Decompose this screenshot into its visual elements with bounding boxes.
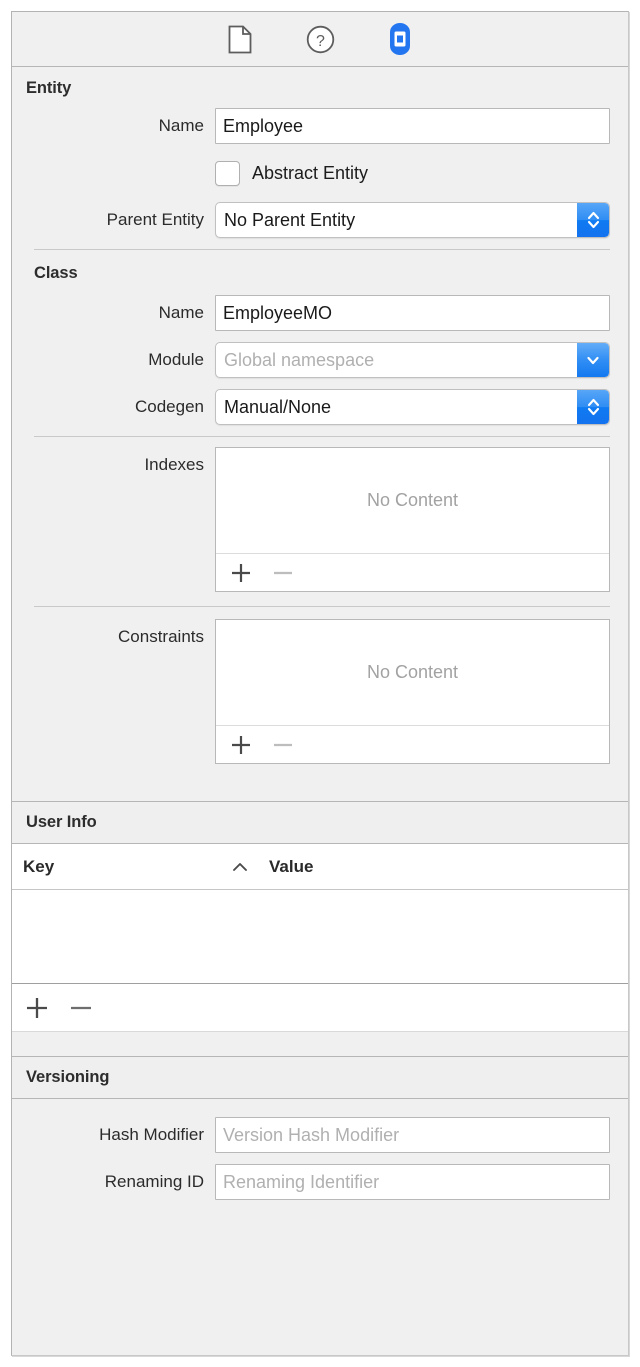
user-info-bottom-gap xyxy=(12,1032,628,1056)
abstract-entity-row: Abstract Entity xyxy=(12,155,628,191)
class-name-input[interactable]: EmployeeMO xyxy=(215,295,610,331)
user-info-column-key[interactable]: Key xyxy=(23,857,231,877)
chevron-up-down-icon xyxy=(577,390,609,424)
versioning-bottom-pad xyxy=(12,1211,628,1253)
constraints-label: Constraints xyxy=(12,619,215,655)
entity-name-label: Name xyxy=(12,108,215,144)
hash-modifier-row: Hash Modifier Version Hash Modifier xyxy=(12,1117,628,1153)
entity-class-separator xyxy=(34,249,610,250)
constraints-row: Constraints No Content xyxy=(12,619,628,764)
user-info-section-title: User Info xyxy=(26,813,97,831)
data-model-entity-icon[interactable] xyxy=(383,22,417,56)
class-name-row: Name EmployeeMO xyxy=(12,295,628,331)
user-info-table-body[interactable] xyxy=(12,890,628,984)
sort-ascending-icon xyxy=(231,861,269,873)
versioning-section-title: Versioning xyxy=(26,1068,109,1086)
class-module-value: Global namespace xyxy=(216,350,374,371)
parent-entity-label: Parent Entity xyxy=(12,202,215,238)
indexes-list-body: No Content xyxy=(216,448,609,553)
indexes-label: Indexes xyxy=(12,447,215,483)
entity-section: Entity Name Employee Abstract Entity Par… xyxy=(12,67,628,801)
abstract-entity-spacer xyxy=(12,155,215,191)
constraints-list-footer xyxy=(216,725,609,763)
renaming-id-label: Renaming ID xyxy=(12,1164,215,1200)
file-icon[interactable] xyxy=(223,22,257,56)
class-codegen-popup[interactable]: Manual/None xyxy=(215,389,610,425)
abstract-entity-label: Abstract Entity xyxy=(252,163,368,184)
entity-name-row: Name Employee xyxy=(12,108,628,144)
user-info-add-button[interactable] xyxy=(24,995,50,1021)
parent-entity-row: Parent Entity No Parent Entity xyxy=(12,202,628,238)
user-info-column-value[interactable]: Value xyxy=(269,857,313,877)
class-module-row: Module Global namespace xyxy=(12,342,628,378)
class-codegen-value: Manual/None xyxy=(216,397,331,418)
user-info-section-header: User Info xyxy=(12,801,628,844)
chevron-up-down-icon xyxy=(577,203,609,237)
indexes-list[interactable]: No Content xyxy=(215,447,610,592)
constraints-add-button[interactable] xyxy=(228,732,254,758)
entity-section-bottom-pad xyxy=(12,775,628,801)
indexes-row: Indexes No Content xyxy=(12,447,628,592)
chevron-down-icon xyxy=(577,343,609,377)
class-module-label: Module xyxy=(12,342,215,378)
class-section-header: Class xyxy=(12,264,628,295)
svg-text:?: ? xyxy=(316,33,325,50)
user-info-remove-button[interactable] xyxy=(68,995,94,1021)
versioning-section-header: Versioning xyxy=(12,1056,628,1099)
inspector-window: ? Entity Name Employee xyxy=(11,11,629,1356)
class-codegen-row: Codegen Manual/None xyxy=(12,389,628,425)
constraints-list-body: No Content xyxy=(216,620,609,725)
constraints-empty-text: No Content xyxy=(367,662,458,683)
indexes-remove-button[interactable] xyxy=(270,560,296,586)
user-info-footer xyxy=(12,984,628,1032)
versioning-section: Hash Modifier Version Hash Modifier Rena… xyxy=(12,1099,628,1253)
indexes-constraints-separator xyxy=(34,606,610,607)
class-module-combobox[interactable]: Global namespace xyxy=(215,342,610,378)
indexes-list-footer xyxy=(216,553,609,591)
parent-entity-value: No Parent Entity xyxy=(216,210,355,231)
entity-section-header: Entity xyxy=(12,67,628,108)
indexes-add-button[interactable] xyxy=(228,560,254,586)
renaming-id-row: Renaming ID Renaming Identifier xyxy=(12,1164,628,1200)
renaming-id-input[interactable]: Renaming Identifier xyxy=(215,1164,610,1200)
abstract-entity-checkbox[interactable] xyxy=(215,161,240,186)
help-icon[interactable]: ? xyxy=(303,22,337,56)
class-section-title: Class xyxy=(34,264,78,282)
hash-modifier-label: Hash Modifier xyxy=(12,1117,215,1153)
user-info-table-header: Key Value xyxy=(12,844,628,890)
abstract-entity-checkbox-row[interactable]: Abstract Entity xyxy=(215,155,610,191)
class-name-label: Name xyxy=(12,295,215,331)
entity-name-input[interactable]: Employee xyxy=(215,108,610,144)
inspector-toolbar: ? xyxy=(12,12,628,67)
constraints-remove-button[interactable] xyxy=(270,732,296,758)
class-codegen-label: Codegen xyxy=(12,389,215,425)
entity-section-title: Entity xyxy=(26,79,71,97)
hash-modifier-input[interactable]: Version Hash Modifier xyxy=(215,1117,610,1153)
parent-entity-popup[interactable]: No Parent Entity xyxy=(215,202,610,238)
constraints-list[interactable]: No Content xyxy=(215,619,610,764)
class-indexes-separator xyxy=(34,436,610,437)
indexes-empty-text: No Content xyxy=(367,490,458,511)
